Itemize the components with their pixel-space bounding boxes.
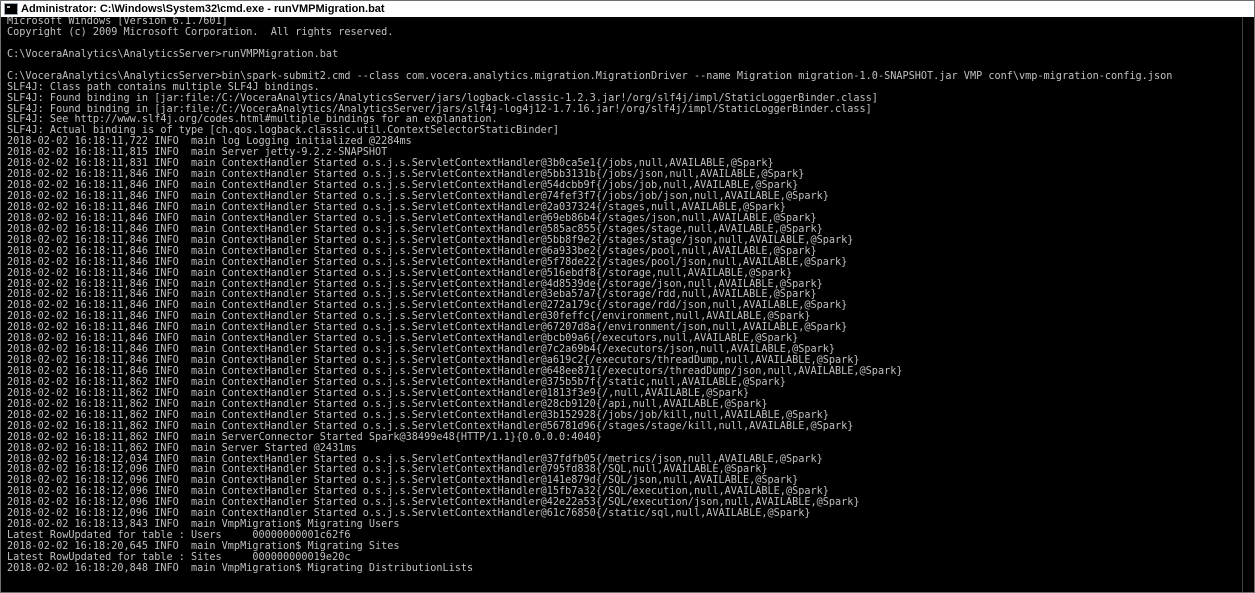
console-line: 2018-02-02 16:18:11,862 INFO main Server… bbox=[7, 431, 602, 443]
console-line: SLF4J: Class path contains multiple SLF4… bbox=[7, 81, 320, 93]
console-line: SLF4J: Found binding in [jar:file:/C:/Vo… bbox=[7, 92, 878, 104]
cmd-window: Administrator: C:\Windows\System32\cmd.e… bbox=[0, 0, 1255, 593]
console-line: 2018-02-02 16:18:11,862 INFO main Contex… bbox=[7, 420, 854, 432]
console-line: 2018-02-02 16:18:11,846 INFO main Contex… bbox=[7, 267, 793, 279]
console-line: 2018-02-02 16:18:11,846 INFO main Contex… bbox=[7, 245, 817, 257]
console-line: 2018-02-02 16:18:20,848 INFO main VmpMig… bbox=[7, 562, 474, 574]
cmd-icon bbox=[4, 3, 18, 15]
vertical-scrollbar[interactable] bbox=[1242, 17, 1254, 592]
window-title: Administrator: C:\Windows\System32\cmd.e… bbox=[21, 3, 385, 15]
console-line: Copyright (c) 2009 Microsoft Corporation… bbox=[7, 26, 394, 38]
console-output[interactable]: Microsoft Windows [Version 6.1.7601] Copy… bbox=[1, 17, 1242, 592]
console-line: 2018-02-02 16:18:11,846 INFO main Contex… bbox=[7, 256, 848, 268]
console-line: C:\VoceraAnalytics\AnalyticsServer>bin\s… bbox=[7, 70, 1173, 82]
title-bar[interactable]: Administrator: C:\Windows\System32\cmd.e… bbox=[1, 1, 1254, 17]
console-line: 2018-02-02 16:18:11,862 INFO main Server… bbox=[7, 442, 357, 454]
console-line: C:\VoceraAnalytics\AnalyticsServer>runVM… bbox=[7, 48, 339, 60]
